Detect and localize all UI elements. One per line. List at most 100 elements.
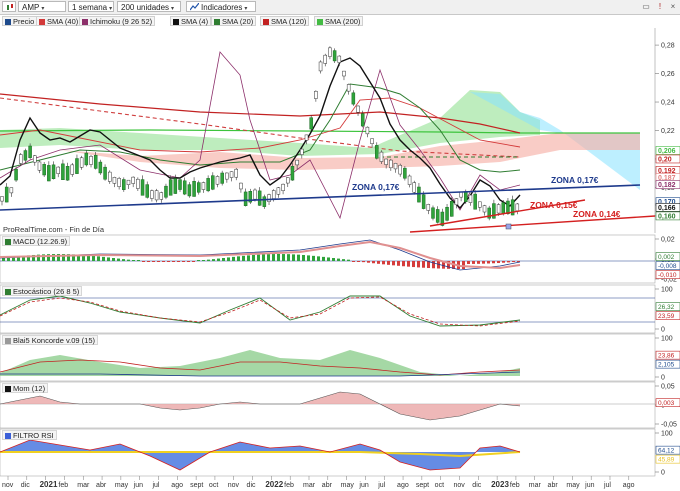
panel-label-mom[interactable]: Mom (12): [2, 383, 49, 393]
macd-bar: [422, 261, 425, 268]
candle-body: [4, 186, 9, 203]
candle-body: [276, 187, 281, 195]
macd-bar: [297, 254, 300, 261]
candle-body: [65, 166, 70, 181]
macd-bar: [157, 261, 160, 262]
macd-bar: [222, 257, 225, 261]
candle-body: [56, 166, 60, 174]
x-tick-label: may: [115, 482, 129, 489]
x-axis: nov dic 2021 feb mar abr may jun jul ago sept oct no…: [2, 476, 635, 489]
candle-body: [482, 205, 487, 213]
candle-body: [14, 168, 18, 181]
chart-canvas[interactable]: ZONA 0,17€ ZONA 0,17€ ZONA 0,15€ ZONA 0,…: [0, 0, 680, 491]
macd-bar: [342, 259, 345, 261]
price-panel: ZONA 0,17€ ZONA 0,17€ ZONA 0,15€ ZONA 0,…: [0, 28, 656, 234]
panel-title: Estocástico (26 8 5): [13, 287, 80, 296]
candle-body: [445, 206, 449, 221]
panel-badge-label: 23,86: [658, 353, 675, 360]
panel-label-macd[interactable]: MACD (12.26.9): [2, 236, 71, 246]
price-axis: 0,280,260,240,220,200,180,160,2060,200,1…: [655, 43, 680, 220]
candle-body: [506, 200, 510, 214]
panel-badge-label: 0,003: [658, 400, 675, 407]
panel-label-filtro-rsi[interactable]: FILTRO RSI: [2, 430, 57, 440]
candle-body: [384, 158, 388, 165]
candle-body: [234, 168, 238, 178]
candle-body: [360, 113, 365, 127]
indicator-panels: 0,020,00-0,020,002-0,008-0,010100026,322…: [0, 234, 680, 477]
candle-body: [449, 200, 454, 217]
candle-body: [225, 172, 229, 180]
candle-body: [290, 166, 295, 181]
panel-swatch: [5, 239, 11, 245]
macd-bar: [162, 261, 165, 262]
candle-body: [33, 155, 37, 163]
panel-label-estocastico[interactable]: Estocástico (26 8 5): [2, 286, 83, 296]
candle-body: [136, 178, 140, 189]
x-tick-label: jun: [358, 482, 368, 489]
macd-bar: [357, 261, 360, 262]
candle-body: [47, 165, 51, 182]
macd-bar: [132, 260, 135, 261]
panel-tick-label: 100: [661, 336, 673, 343]
panel-title: Blai5 Koncorde v.09 (15): [13, 336, 95, 345]
candle-body: [398, 164, 402, 175]
x-tick-label: abr: [96, 482, 107, 489]
macd-bar: [2, 258, 5, 261]
macd-bar: [92, 255, 95, 261]
panel-label-koncorde[interactable]: Blai5 Koncorde v.09 (15): [2, 335, 98, 345]
panel-tick-label: 0: [661, 375, 665, 382]
macd-bar: [417, 261, 420, 268]
macd-bar: [122, 259, 125, 261]
price-tick-label: 0,22: [661, 128, 675, 135]
macd-bar: [142, 261, 145, 262]
candle-body: [501, 202, 506, 214]
candle-body: [220, 172, 224, 184]
x-tick-label: oct: [209, 482, 218, 489]
candle-body: [197, 182, 201, 193]
macd-bar: [97, 256, 100, 261]
x-tick-label: 2021: [40, 480, 58, 489]
candle-body: [426, 204, 431, 211]
candle-body: [159, 192, 164, 200]
macd-bar: [482, 261, 485, 264]
candle-body: [243, 191, 248, 206]
macd-bar: [202, 260, 205, 261]
zona-015-label: ZONA 0,15€: [530, 200, 578, 210]
x-tick-label: abr: [548, 482, 559, 489]
candle-body: [393, 163, 398, 170]
candle-body: [473, 193, 477, 210]
macd-bar: [467, 261, 470, 264]
candle-body: [150, 190, 154, 199]
macd-bar: [367, 261, 370, 263]
macd-bar: [337, 258, 340, 261]
candle-body: [286, 177, 290, 184]
candle-body: [173, 178, 178, 194]
macd-bar: [252, 254, 255, 261]
macd-bar: [112, 258, 115, 261]
candle-body: [431, 207, 435, 219]
macd-bar: [237, 256, 240, 261]
candle-body: [211, 175, 215, 190]
candle-body: [379, 151, 384, 162]
macd-bar: [212, 259, 215, 261]
panel-title: Mom (12): [13, 384, 46, 393]
candle-body: [9, 187, 14, 194]
panel-swatch: [5, 386, 11, 392]
x-tick-label: nov: [453, 482, 465, 489]
x-tick-label: may: [341, 482, 355, 489]
panel-badge-label: 23,59: [658, 313, 675, 320]
panel-swatch: [5, 433, 11, 439]
macd-bar: [397, 261, 400, 266]
candle-body: [403, 167, 407, 179]
candle-body: [84, 152, 89, 166]
candle-body: [168, 179, 173, 196]
macd-bar: [207, 259, 210, 261]
candle-body: [328, 47, 332, 57]
candle-body: [464, 191, 468, 203]
macd-bar: [282, 254, 285, 261]
macd-bar: [382, 261, 385, 265]
x-tick-label: dic: [472, 482, 481, 489]
x-tick-label: mar: [77, 482, 90, 489]
macd-bar: [117, 258, 120, 261]
candle-body: [435, 209, 440, 223]
